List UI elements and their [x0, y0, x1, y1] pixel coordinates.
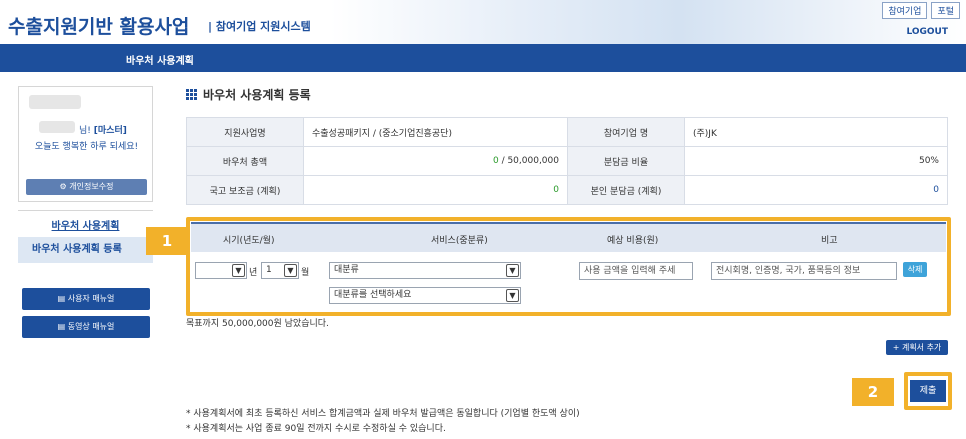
- remaining-amount: 목표까지 50,000,000원 남았습니다.: [186, 319, 329, 329]
- program-label: 지원사업명: [186, 117, 304, 147]
- self-share-label: 본인 분담금 (계획): [567, 175, 685, 205]
- add-plan-button[interactable]: + 계획서 추가: [886, 340, 948, 355]
- greeting-line: 님! [마스터]: [79, 123, 127, 136]
- step-badge-1: 1: [146, 227, 188, 255]
- share-ratio-value: 50%: [684, 146, 948, 176]
- program-info-table: 지원사업명 수출성공패키지 / (중소기업진흥공단) 참여기업 명 (주)JK …: [186, 117, 948, 205]
- gear-icon: ⚙: [59, 182, 70, 191]
- page-title-text: 바우처 사용계획 등록: [203, 88, 311, 102]
- header: 수출지원기반 활용사업 | 참여기업 지원시스템 참여기업 포털 LOGOUT: [0, 0, 966, 44]
- self-share-value: 0: [684, 175, 948, 205]
- site-logo[interactable]: 수출지원기반 활용사업: [8, 12, 189, 39]
- side-menu: 바우처 사용계획 바우처 사용계획 등록: [18, 210, 153, 280]
- highlight-box-1: [186, 217, 951, 316]
- edit-profile-button[interactable]: ⚙ 개인정보수정: [26, 179, 147, 195]
- step-badge-2: 2: [852, 378, 894, 406]
- user-info-box: 님! [마스터] 오늘도 행복한 하루 되세요! ⚙ 개인정보수정: [18, 86, 153, 202]
- greeting-message: 오늘도 행복한 하루 되세요!: [34, 142, 139, 152]
- note-2: * 사용계획서는 사업 종료 90일 전까지 수시로 수정하실 수 있습니다.: [186, 424, 446, 434]
- portal-link[interactable]: 포털: [931, 2, 960, 19]
- site-subtitle: | 참여기업 지원시스템: [208, 20, 311, 33]
- share-ratio-label: 분담금 비율: [567, 146, 685, 176]
- company-label: 참여기업 명: [567, 117, 685, 147]
- add-plan-label: 계획서 추가: [901, 343, 942, 352]
- grid-icon: [186, 89, 197, 100]
- subsidy-label: 국고 보조금 (계획): [186, 175, 304, 205]
- nav-voucher-plan[interactable]: 바우처 사용계획: [126, 52, 194, 67]
- subsidy-value: 0: [303, 175, 568, 205]
- side-menu-plan-register[interactable]: 바우처 사용계획 등록: [18, 237, 153, 263]
- voucher-total-label: 바우처 총액: [186, 146, 304, 176]
- edit-profile-label: 개인정보수정: [69, 182, 114, 191]
- voucher-total: / 50,000,000: [498, 156, 559, 166]
- company-value: (주)JK: [684, 117, 948, 147]
- participant-link[interactable]: 참여기업: [882, 2, 928, 19]
- user-manual-label: 사용자 매뉴얼: [67, 294, 115, 303]
- greeting-suffix: 님!: [79, 126, 91, 136]
- note-1: * 사용계획서에 최초 등록하신 서비스 합계금액과 실제 바우처 발급액은 동…: [186, 409, 580, 419]
- plus-icon: +: [892, 343, 902, 352]
- page-title: 바우처 사용계획 등록: [186, 86, 311, 103]
- top-links: 참여기업 포털: [882, 2, 960, 19]
- user-role: [마스터]: [93, 126, 127, 136]
- table-row: 국고 보조금 (계획) 0 본인 분담금 (계획) 0: [186, 175, 948, 205]
- voucher-total-value: 0 / 50,000,000: [303, 146, 568, 176]
- program-value: 수출성공패키지 / (중소기업진흥공단): [303, 117, 568, 147]
- video-manual-button[interactable]: ▤ 동영상 매뉴얼: [22, 316, 150, 338]
- book-icon: ▤: [57, 322, 68, 331]
- redacted-name: [39, 121, 75, 133]
- book-icon: ▤: [57, 294, 68, 303]
- submit-button[interactable]: 제출: [910, 380, 946, 402]
- table-row: 지원사업명 수출성공패키지 / (중소기업진흥공단) 참여기업 명 (주)JK: [186, 117, 948, 147]
- logout-link[interactable]: LOGOUT: [906, 27, 948, 37]
- redacted-username: [29, 95, 81, 109]
- side-menu-voucher-plan[interactable]: 바우처 사용계획: [18, 217, 153, 232]
- header-banner: [330, 0, 966, 44]
- user-manual-button[interactable]: ▤ 사용자 매뉴얼: [22, 288, 150, 310]
- main-nav: 바우처 사용계획: [0, 44, 966, 72]
- video-manual-label: 동영상 매뉴얼: [67, 322, 115, 331]
- table-row: 바우처 총액 0 / 50,000,000 분담금 비율 50%: [186, 146, 948, 176]
